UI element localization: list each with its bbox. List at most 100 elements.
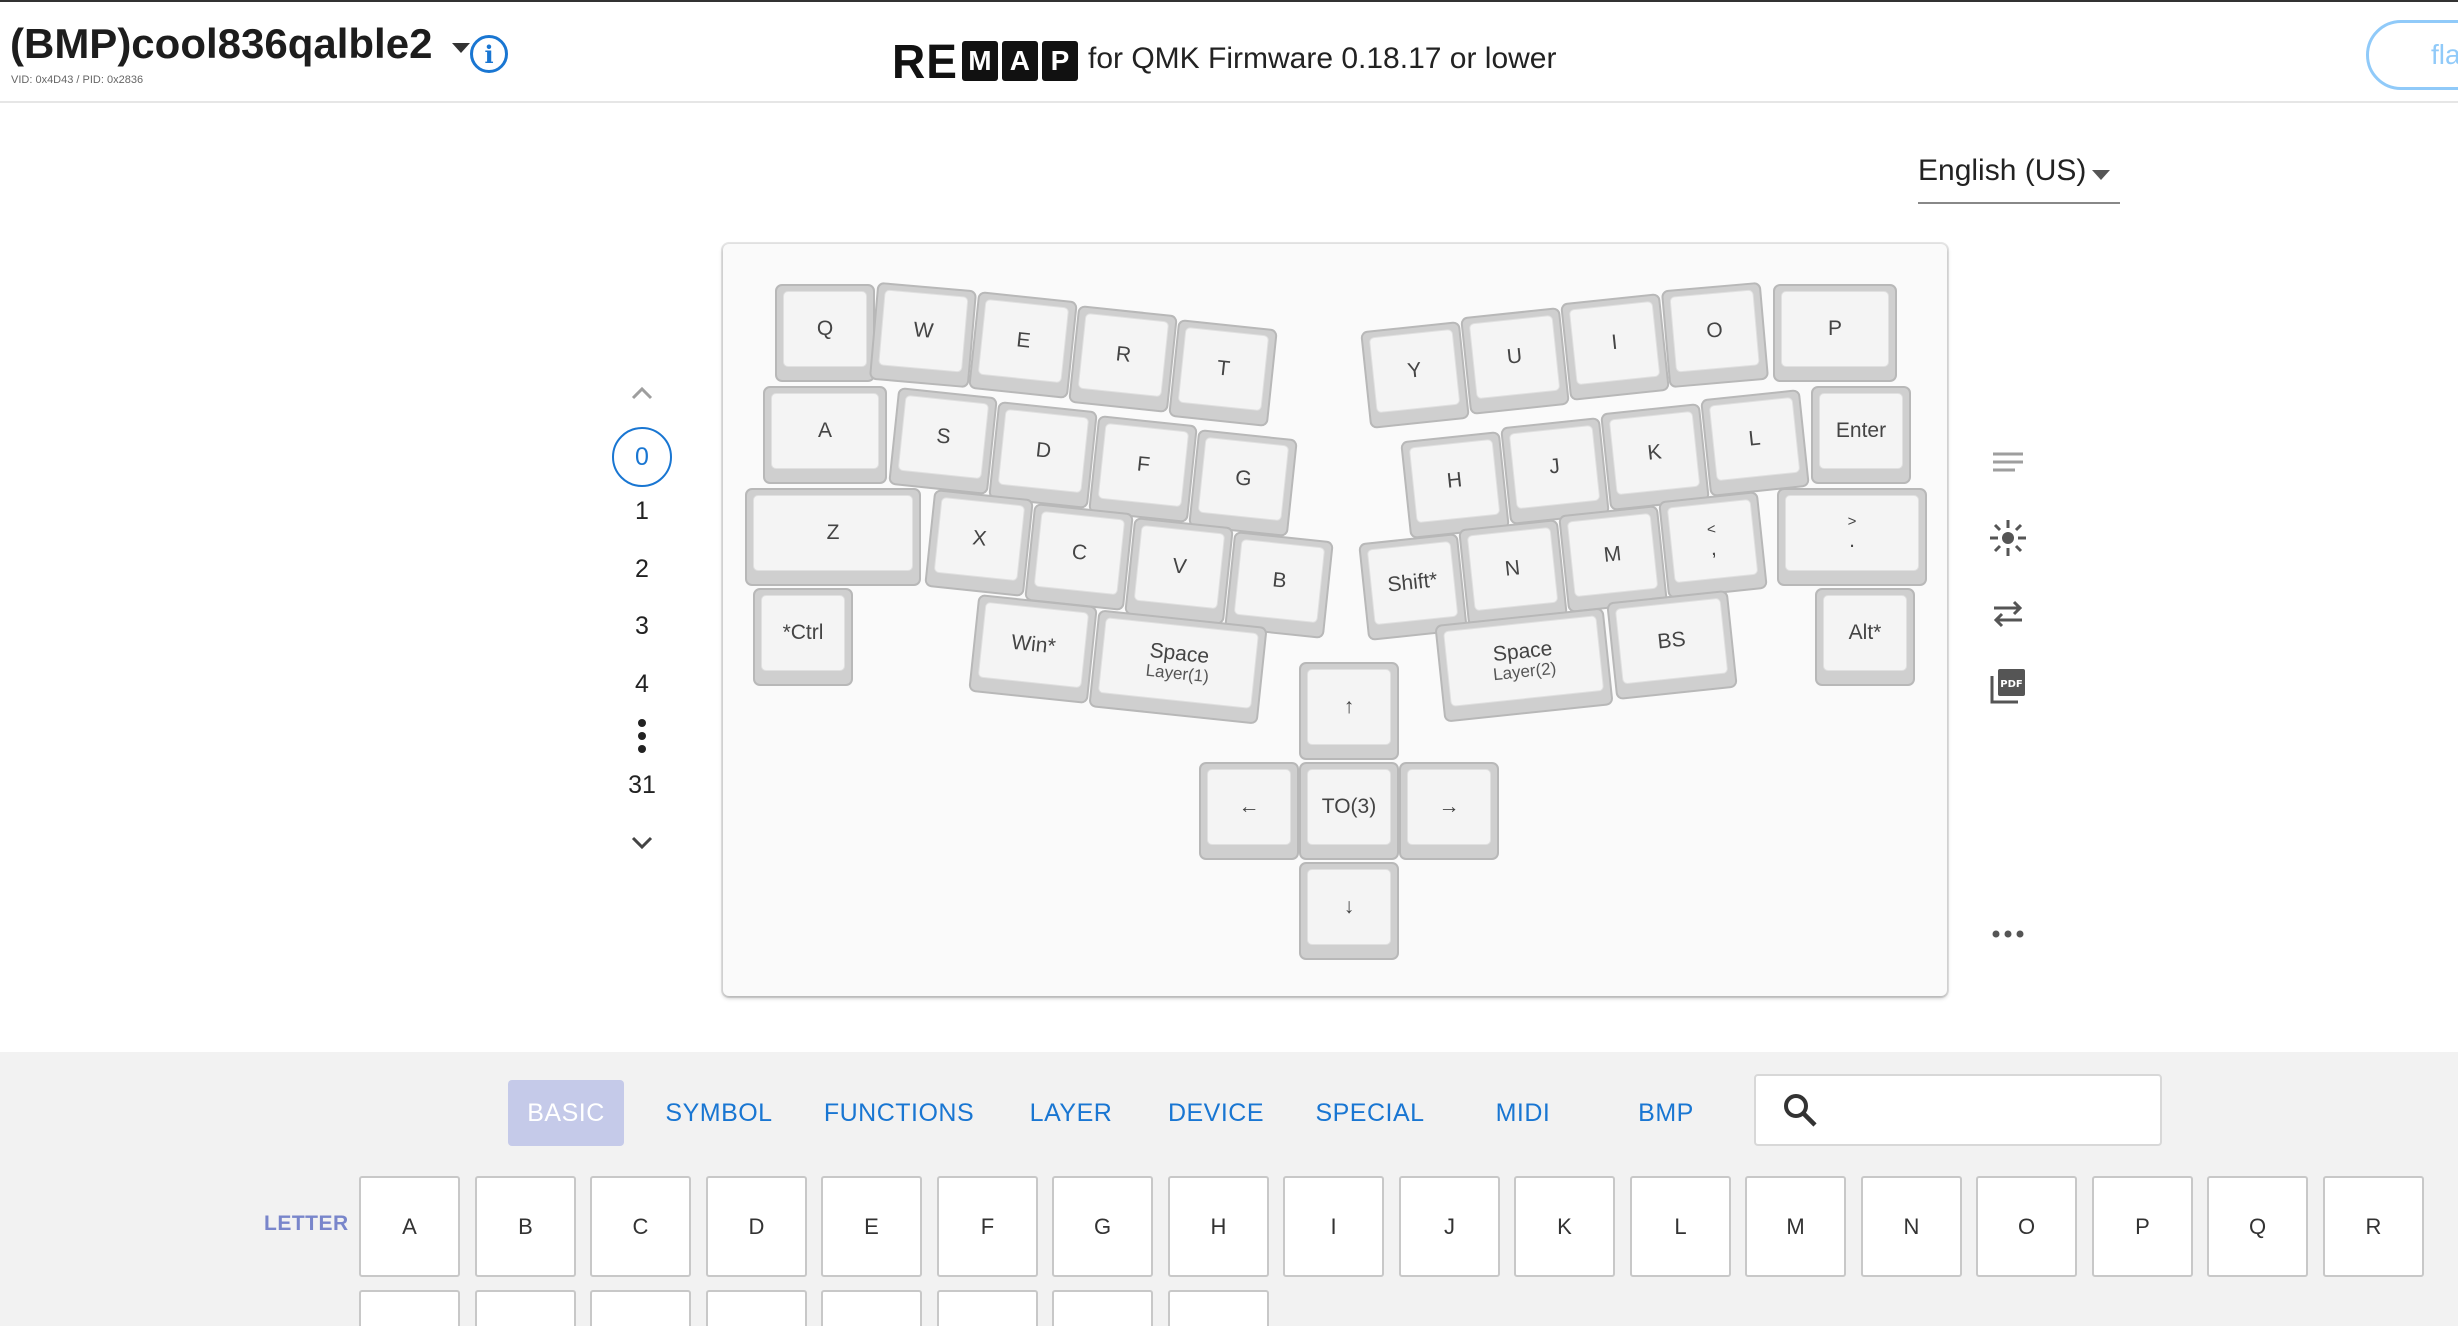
key-y[interactable]: Y: [1360, 321, 1470, 429]
key-l[interactable]: L: [1700, 389, 1810, 497]
key-comma[interactable]: <,: [1658, 491, 1768, 599]
palette-key[interactable]: [475, 1290, 576, 1326]
keyboard-language-select[interactable]: English (US): [1918, 154, 2120, 204]
palette-key-d[interactable]: D: [706, 1176, 807, 1277]
tab-device[interactable]: DEVICE: [1160, 1080, 1272, 1146]
key-alt[interactable]: Alt*: [1815, 588, 1915, 686]
key-v[interactable]: V: [1124, 517, 1234, 625]
palette-key-q[interactable]: Q: [2207, 1176, 2308, 1277]
key-bs[interactable]: BS: [1606, 589, 1738, 701]
layer-button-1[interactable]: 1: [612, 491, 672, 531]
key-n[interactable]: N: [1458, 519, 1568, 627]
palette-key-e[interactable]: E: [821, 1176, 922, 1277]
pdf-icon[interactable]: PDF: [1986, 664, 2030, 708]
keycap-label: Shift*: [1366, 540, 1459, 626]
search-input[interactable]: [1832, 1086, 2152, 1136]
palette-key-j[interactable]: J: [1399, 1176, 1500, 1277]
key-f[interactable]: F: [1088, 415, 1198, 523]
layer-button-31[interactable]: 31: [612, 765, 672, 805]
palette-key-g[interactable]: G: [1052, 1176, 1153, 1277]
key-t[interactable]: T: [1168, 319, 1278, 427]
palette-key-n[interactable]: N: [1861, 1176, 1962, 1277]
info-icon[interactable]: i: [470, 35, 508, 73]
layer-button-4[interactable]: 4: [612, 664, 672, 704]
palette-key-b[interactable]: B: [475, 1176, 576, 1277]
key-to3[interactable]: TO(3): [1299, 762, 1399, 860]
key-w[interactable]: W: [868, 281, 978, 389]
palette-key-h[interactable]: H: [1168, 1176, 1269, 1277]
keyboard-selector[interactable]: (BMP)cool836qalble2: [10, 20, 471, 68]
key-ctrl[interactable]: *Ctrl: [753, 588, 853, 686]
key-g[interactable]: G: [1188, 429, 1298, 537]
key-a[interactable]: A: [763, 386, 887, 484]
tab-midi[interactable]: MIDI: [1488, 1080, 1558, 1146]
tab-functions[interactable]: FUNCTIONS: [818, 1080, 980, 1146]
key-space-layer2[interactable]: Space Layer(2): [1434, 607, 1614, 723]
key-b[interactable]: B: [1224, 531, 1334, 639]
key-m[interactable]: M: [1558, 505, 1668, 613]
swap-icon[interactable]: [1986, 592, 2030, 636]
layer-button-2[interactable]: 2: [612, 549, 672, 589]
key-right[interactable]: →: [1399, 762, 1499, 860]
key-o[interactable]: O: [1660, 281, 1770, 389]
tab-basic[interactable]: BASIC: [508, 1080, 624, 1146]
palette-key-o[interactable]: O: [1976, 1176, 2077, 1277]
macro-list-icon[interactable]: [1986, 440, 2030, 484]
key-e[interactable]: E: [968, 291, 1078, 399]
palette-key-r[interactable]: R: [2323, 1176, 2424, 1277]
key-period[interactable]: >.: [1777, 488, 1927, 586]
key-z[interactable]: Z: [745, 488, 921, 586]
remap-page: (BMP)cool836qalble2 VID: 0x4D43 / PID: 0…: [0, 0, 2458, 1326]
chevron-down-icon[interactable]: [628, 829, 656, 857]
palette-key[interactable]: [706, 1290, 807, 1326]
key-j[interactable]: J: [1500, 417, 1610, 525]
caret-down-icon: [2092, 170, 2110, 180]
palette-key[interactable]: [590, 1290, 691, 1326]
flash-button[interactable]: fla: [2366, 20, 2458, 90]
lighting-icon[interactable]: [1986, 516, 2030, 560]
palette-key-f[interactable]: F: [937, 1176, 1038, 1277]
key-d[interactable]: D: [988, 401, 1098, 509]
key-i[interactable]: I: [1560, 293, 1670, 401]
palette-key[interactable]: [1052, 1290, 1153, 1326]
key-r[interactable]: R: [1068, 305, 1178, 413]
palette-key-l[interactable]: L: [1630, 1176, 1731, 1277]
palette-key-k[interactable]: K: [1514, 1176, 1615, 1277]
palette-key-p[interactable]: P: [2092, 1176, 2193, 1277]
key-x[interactable]: X: [924, 489, 1034, 597]
key-s[interactable]: S: [888, 387, 998, 495]
key-k[interactable]: K: [1600, 403, 1710, 511]
key-enter[interactable]: Enter: [1811, 386, 1911, 484]
tab-special[interactable]: SPECIAL: [1308, 1080, 1432, 1146]
palette-key-m[interactable]: M: [1745, 1176, 1846, 1277]
key-left[interactable]: ←: [1199, 762, 1299, 860]
key-h[interactable]: H: [1400, 431, 1510, 539]
more-horiz-icon[interactable]: [1986, 912, 2030, 956]
keycap-shift-label: >: [1847, 513, 1857, 531]
palette-key[interactable]: [1168, 1290, 1269, 1326]
palette-key-i[interactable]: I: [1283, 1176, 1384, 1277]
key-win[interactable]: Win*: [968, 593, 1098, 705]
tab-bmp[interactable]: BMP: [1630, 1080, 1702, 1146]
palette-key[interactable]: [937, 1290, 1038, 1326]
palette-key[interactable]: [359, 1290, 460, 1326]
key-c[interactable]: C: [1024, 503, 1134, 611]
palette-key-a[interactable]: A: [359, 1176, 460, 1277]
palette-key[interactable]: [821, 1290, 922, 1326]
logo-letter: M: [961, 41, 998, 81]
keycap-label: P: [1781, 291, 1889, 367]
key-u[interactable]: U: [1460, 307, 1570, 415]
chevron-up-icon[interactable]: [628, 379, 656, 407]
key-q[interactable]: Q: [775, 284, 875, 382]
tab-symbol[interactable]: SYMBOL: [660, 1080, 778, 1146]
layer-button-3[interactable]: 3: [612, 606, 672, 646]
tab-layer[interactable]: LAYER: [1022, 1080, 1120, 1146]
keycode-search[interactable]: [1754, 1074, 2162, 1146]
key-p[interactable]: P: [1773, 284, 1897, 382]
key-down[interactable]: ↓: [1299, 862, 1399, 960]
palette-key-c[interactable]: C: [590, 1176, 691, 1277]
vid-pid-label: VID: 0x4D43 / PID: 0x2836: [11, 74, 144, 86]
layer-button-0[interactable]: 0: [612, 427, 672, 487]
key-space-layer1[interactable]: Space Layer(1): [1088, 609, 1268, 725]
key-up[interactable]: ↑: [1299, 662, 1399, 760]
